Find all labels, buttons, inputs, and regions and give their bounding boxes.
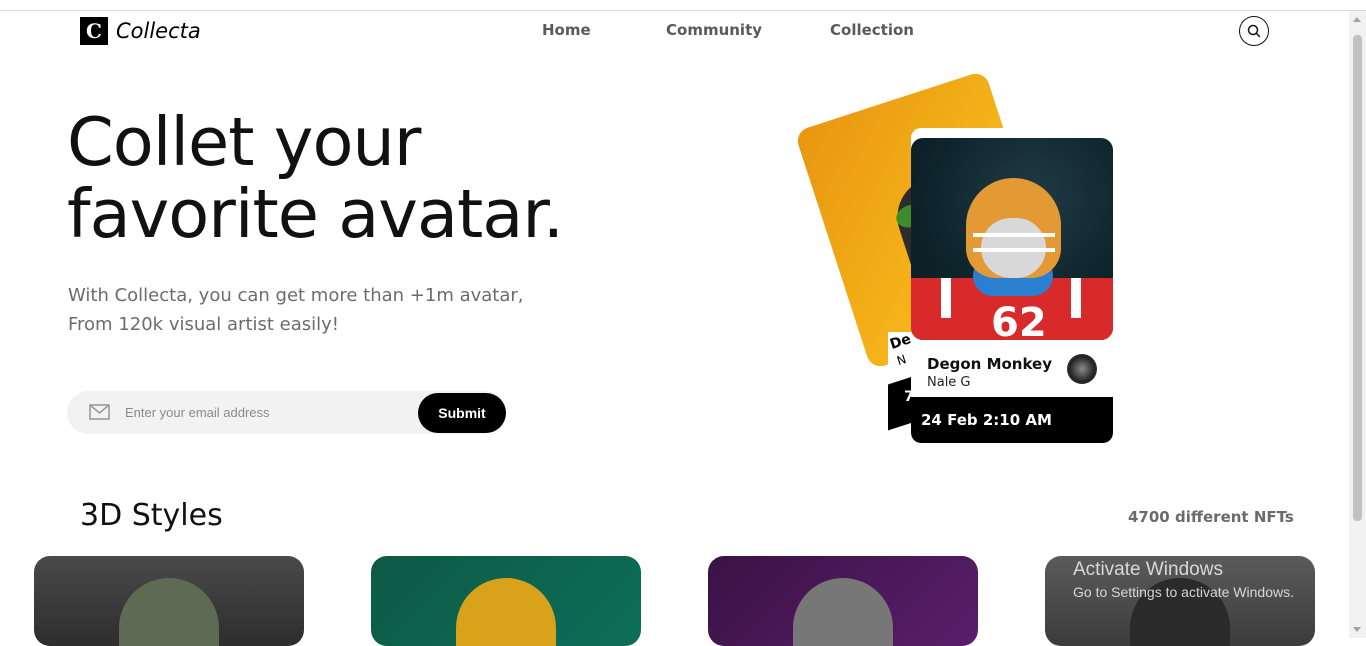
jersey-stripe: [1071, 278, 1081, 318]
main-nav: Home Community Collection: [0, 21, 1366, 41]
ape-head: [793, 578, 893, 646]
hero-subtitle-line2: From 120k visual artist easily!: [68, 314, 340, 335]
author-avatar[interactable]: [1067, 354, 1097, 384]
nav-community[interactable]: Community: [666, 21, 762, 39]
browser-top-edge: [0, 0, 1366, 11]
style-card-1[interactable]: [34, 556, 304, 646]
email-signup-form: Submit: [67, 391, 506, 434]
submit-button[interactable]: Submit: [418, 393, 506, 433]
search-button[interactable]: [1239, 16, 1269, 46]
hero-title: Collet your favorite avatar.: [67, 103, 564, 253]
nft-count: 4700 different NFTs: [1128, 508, 1294, 526]
section-title: 3D Styles: [80, 498, 223, 533]
style-card-3[interactable]: [708, 556, 978, 646]
windows-activation-watermark: Activate Windows Go to Settings to activ…: [1073, 559, 1294, 600]
nav-home[interactable]: Home: [542, 21, 591, 39]
watermark-line2: Go to Settings to activate Windows.: [1073, 584, 1294, 600]
scroll-up-icon[interactable]: [1353, 17, 1361, 22]
nft-author: Nale G: [927, 375, 971, 390]
hero-title-line2: favorite avatar.: [67, 175, 564, 253]
watermark-line1: Activate Windows: [1073, 559, 1223, 580]
ape-head: [119, 578, 219, 646]
mail-icon: [89, 404, 110, 420]
search-icon: [1247, 24, 1261, 38]
nav-collection[interactable]: Collection: [830, 21, 914, 39]
scrollbar-thumb[interactable]: [1353, 35, 1362, 521]
style-card-2[interactable]: [371, 556, 641, 646]
nft-image-degon-monkey: 62: [911, 138, 1113, 340]
jersey-number: 62: [991, 300, 1047, 340]
ape-head: [456, 578, 556, 646]
facemask-bar: [973, 233, 1055, 237]
facemask-bar: [973, 248, 1055, 252]
nft-title: Degon Monkey: [927, 355, 1053, 373]
scroll-down-icon[interactable]: [1353, 627, 1361, 632]
email-input[interactable]: [125, 399, 405, 426]
hero-title-line1: Collet your: [67, 103, 421, 181]
nft-card-featured[interactable]: 62 Degon Monkey Nale G 24 Feb 2:10 AM: [911, 128, 1113, 443]
hero-subtitle: With Collecta, you can get more than +1m…: [68, 281, 548, 339]
nft-date: 24 Feb 2:10 AM: [911, 397, 1113, 443]
jersey-stripe: [941, 278, 951, 318]
page-scrollbar[interactable]: [1349, 11, 1366, 638]
hero-subtitle-line1: With Collecta, you can get more than +1m…: [68, 285, 524, 306]
